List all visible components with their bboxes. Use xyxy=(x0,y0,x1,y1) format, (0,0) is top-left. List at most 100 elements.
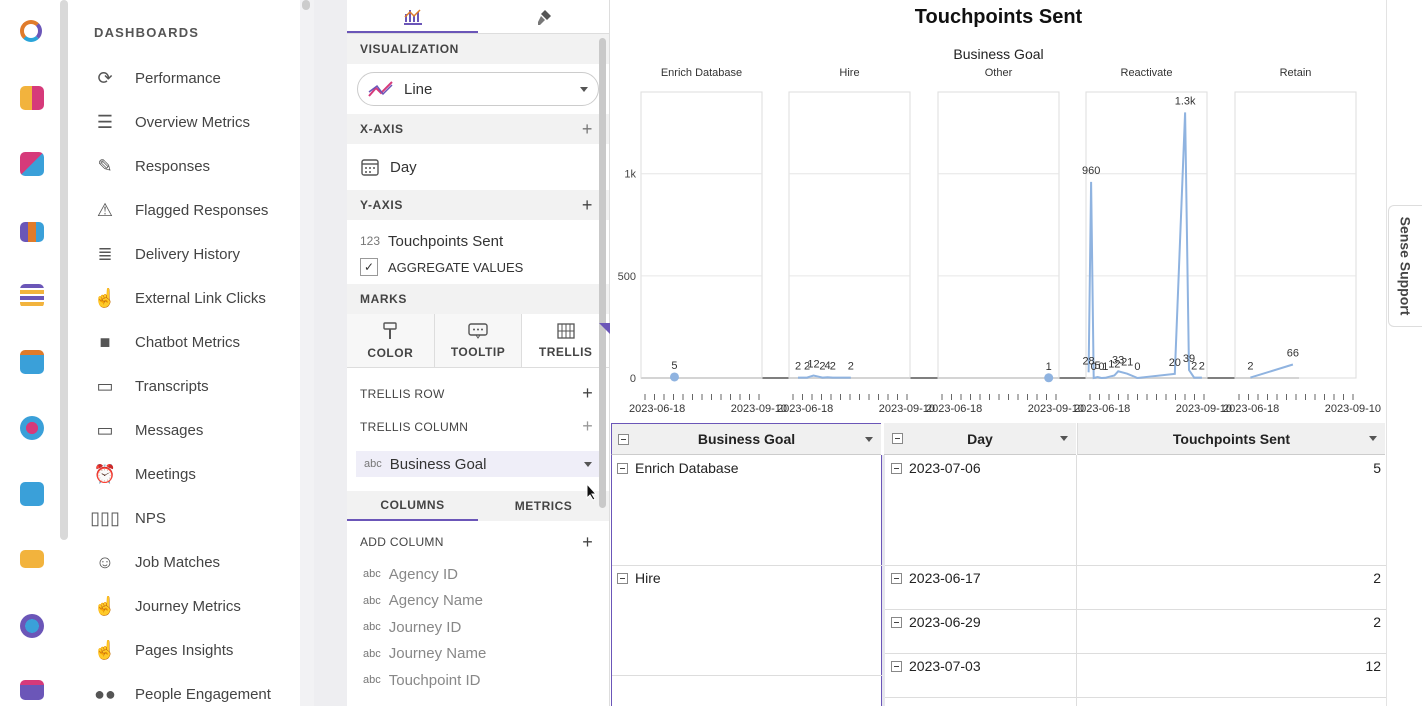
nav-item-overview-metrics[interactable]: ☰ Overview Metrics xyxy=(92,105,297,139)
nav-item-performance[interactable]: ⟳ Performance xyxy=(92,61,297,95)
chevron-down-icon[interactable] xyxy=(1060,436,1068,441)
value-cell: 2 xyxy=(1373,570,1381,586)
add-column-button[interactable]: + xyxy=(582,532,593,553)
tab-style[interactable] xyxy=(478,0,609,33)
aggregate-toggle[interactable]: ✓ AGGREGATE VALUES xyxy=(347,252,609,282)
visualization-value: Line xyxy=(404,80,433,98)
x-tick-label: 2023-06-18 xyxy=(1223,403,1279,415)
marks-tab-color[interactable]: COLOR xyxy=(347,314,435,367)
config-scrollbar[interactable] xyxy=(599,38,606,508)
collapse-icon[interactable] xyxy=(892,433,903,444)
logo-ring-icon[interactable] xyxy=(20,20,42,42)
text-type-icon: abc xyxy=(363,594,381,607)
nav-item-journey-metrics[interactable]: ☝ Journey Metrics xyxy=(92,589,297,623)
nav-item-chatbot-metrics[interactable]: ■ Chatbot Metrics xyxy=(92,325,297,359)
chat-bubble-icon[interactable] xyxy=(20,550,44,568)
trellis-field-business-goal[interactable]: abc Business Goal xyxy=(356,451,600,477)
day-cell[interactable]: 2023-07-06 xyxy=(891,459,981,477)
sense-support-tab[interactable]: Sense Support xyxy=(1388,205,1422,327)
nav-item-pages-insights[interactable]: ☝ Pages Insights xyxy=(92,633,297,667)
nav-item-label: NPS xyxy=(135,509,166,527)
data-label: 1.3k xyxy=(1175,95,1196,107)
column-item[interactable]: abc Touchpoint ID xyxy=(347,667,609,694)
data-label: 20 xyxy=(1169,357,1181,369)
marks-tab-trellis[interactable]: TRELLIS xyxy=(522,314,609,367)
nav-item-messages[interactable]: ▭ Messages xyxy=(92,413,297,447)
nav-item-transcripts[interactable]: ▭ Transcripts xyxy=(92,369,297,403)
add-xaxis-button[interactable]: + xyxy=(582,119,593,140)
group-cell[interactable]: Hire xyxy=(617,569,661,587)
rail-scrollbar[interactable] xyxy=(60,0,68,540)
pencil-icon: ✎ xyxy=(97,155,113,176)
nav-item-label: Job Matches xyxy=(135,553,221,571)
row-divider xyxy=(885,697,1386,698)
nav-item-meetings[interactable]: ⏰ Meetings xyxy=(92,457,297,491)
arrows-exchange-icon[interactable] xyxy=(20,152,44,176)
header-touchpoints-sent[interactable]: Touchpoints Sent xyxy=(1077,423,1385,455)
collapse-icon[interactable] xyxy=(618,433,629,445)
day-cell[interactable]: 2023-07-03 xyxy=(891,657,981,675)
collapse-icon[interactable] xyxy=(617,462,628,474)
calendar-icon[interactable] xyxy=(20,350,44,374)
collapse-icon[interactable] xyxy=(891,660,902,672)
dashboard-nav: DASHBOARDS ⟳ Performance ☰ Overview Metrics… xyxy=(70,0,300,706)
collapse-icon[interactable] xyxy=(891,572,902,584)
chevron-down-icon[interactable] xyxy=(865,436,873,442)
marks-tab-tooltip[interactable]: TOOLTIP xyxy=(434,314,523,367)
nav-item-external-link-clicks[interactable]: ☝ External Link Clicks xyxy=(92,281,297,315)
marks-tabs: COLOR TOOLTIP TRELLIS xyxy=(347,314,609,368)
nav-item-label: Performance xyxy=(135,69,221,87)
nav-item-label: External Link Clicks xyxy=(135,289,266,307)
tab-chart-config[interactable] xyxy=(347,0,478,33)
group-cell[interactable]: Enrich Database xyxy=(617,459,739,477)
bar-chart-icon[interactable] xyxy=(20,222,44,242)
paint-brush-icon xyxy=(537,9,551,25)
header-business-goal[interactable]: Business Goal xyxy=(611,423,881,455)
add-trellis-column-button[interactable]: + xyxy=(582,416,593,437)
window-icon[interactable] xyxy=(20,680,44,700)
column-item[interactable]: abc Agency ID xyxy=(347,561,609,588)
message-icon: ▭ xyxy=(96,419,114,440)
collapse-icon[interactable] xyxy=(891,462,902,474)
column-item[interactable]: abc Journey ID xyxy=(347,614,609,641)
tab-columns[interactable]: COLUMNS xyxy=(347,491,478,521)
nav-item-nps[interactable]: ▯▯▯ NPS xyxy=(90,501,297,535)
bot-face-icon[interactable] xyxy=(20,482,44,506)
nav-item-job-matches[interactable]: ☺ Job Matches xyxy=(92,545,297,579)
nav-item-label: Flagged Responses xyxy=(135,201,269,219)
nav-item-flagged-responses[interactable]: ⚠ Flagged Responses xyxy=(92,193,297,227)
checkbox-icon[interactable]: ✓ xyxy=(360,258,378,276)
trellis-chart[interactable]: 0 500 1k Enrich Database 2023-06-18 2023-09-1… xyxy=(611,0,1386,420)
visualization-select[interactable]: Line xyxy=(357,72,599,106)
people-group-icon[interactable] xyxy=(20,416,44,440)
yaxis-field[interactable]: 123 Touchpoints Sent xyxy=(347,230,609,252)
list-icon: ≣ xyxy=(97,243,113,264)
person-gear-icon[interactable] xyxy=(20,614,44,638)
header-day[interactable]: Day xyxy=(884,423,1076,455)
nav-item-label: Chatbot Metrics xyxy=(135,333,241,351)
group-label: Enrich Database xyxy=(635,460,739,476)
panel-frame xyxy=(640,91,763,379)
collapse-icon[interactable] xyxy=(891,616,902,628)
add-trellis-row-button[interactable]: + xyxy=(582,383,593,404)
nav-scrollbar[interactable] xyxy=(302,0,310,10)
marks-tab-color-label: COLOR xyxy=(367,345,414,360)
marks-label: MARKS xyxy=(360,292,407,306)
trellis-row-section: TRELLIS ROW + xyxy=(347,377,609,410)
day-cell[interactable]: 2023-06-17 xyxy=(891,569,981,587)
xaxis-field[interactable]: Day xyxy=(347,144,609,190)
chevron-down-icon[interactable] xyxy=(584,461,592,467)
warning-icon: ⚠ xyxy=(96,199,114,220)
line-chart-icon xyxy=(368,81,393,97)
day-cell[interactable]: 2023-06-29 xyxy=(891,613,981,631)
column-item[interactable]: abc Journey Name xyxy=(347,641,609,668)
nav-item-responses[interactable]: ✎ Responses xyxy=(92,149,297,183)
collapse-icon[interactable] xyxy=(617,572,628,584)
group-divider xyxy=(612,675,882,676)
chevron-down-icon[interactable] xyxy=(1369,436,1377,441)
add-yaxis-button[interactable]: + xyxy=(582,195,593,216)
list-stack-icon[interactable] xyxy=(20,284,44,308)
dashboard-grid-icon[interactable] xyxy=(20,86,44,110)
nav-item-delivery-history[interactable]: ≣ Delivery History xyxy=(92,237,297,271)
column-item[interactable]: abc Agency Name xyxy=(347,588,609,615)
